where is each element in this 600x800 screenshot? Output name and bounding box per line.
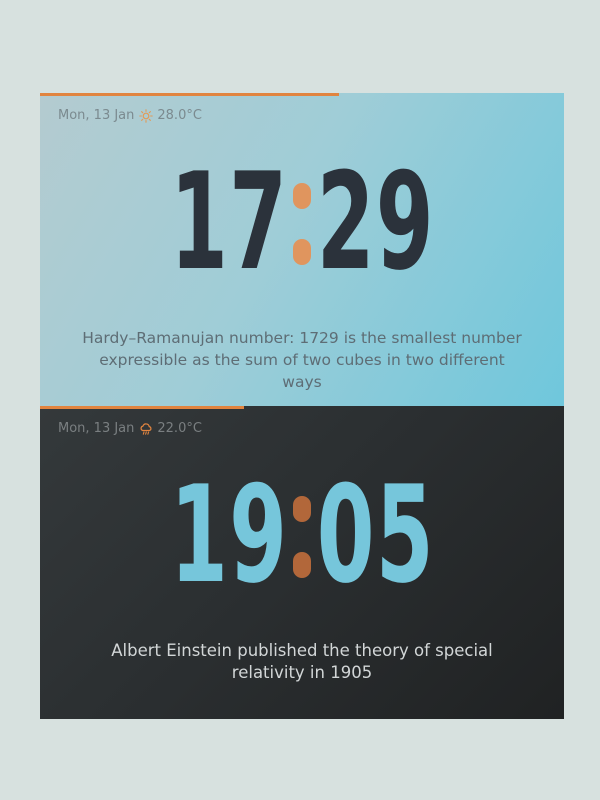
colon-dot [293, 183, 311, 209]
progress-bar [40, 93, 339, 96]
temperature-label: 28.0°C [157, 108, 202, 123]
hours: 17 [169, 144, 288, 300]
temperature-label: 22.0°C [157, 421, 202, 436]
date-weather-row: Mon, 13 Jan 28.0°C [58, 108, 202, 124]
date-weather-row: Mon, 13 Jan 22.0°C [58, 421, 202, 437]
rain-cloud-icon [139, 422, 153, 436]
minutes: 05 [316, 457, 435, 613]
clock-card-dark: Mon, 13 Jan 22.0°C 19 05 Albert Einstein … [40, 406, 564, 719]
fact-text: Hardy–Ramanujan number: 1729 is the smal… [82, 329, 522, 391]
hours: 19 [169, 457, 288, 613]
colon-dot [293, 239, 311, 265]
date-label: Mon, 13 Jan [58, 108, 135, 123]
colon-dot [293, 552, 311, 578]
date-label: Mon, 13 Jan [58, 421, 135, 436]
fact-text: Albert Einstein published the theory of … [111, 641, 493, 682]
time-colon [288, 468, 316, 602]
clock-card-light: Mon, 13 Jan 28.0°C 17 29 Hardy–Ramanujan… [40, 93, 564, 406]
clock-widgets: Mon, 13 Jan 28.0°C 17 29 Hardy–Ramanujan… [40, 93, 564, 719]
minutes: 29 [316, 144, 435, 300]
colon-dot [293, 496, 311, 522]
progress-bar [40, 406, 245, 409]
time-colon [288, 155, 316, 289]
sun-icon [139, 109, 154, 123]
